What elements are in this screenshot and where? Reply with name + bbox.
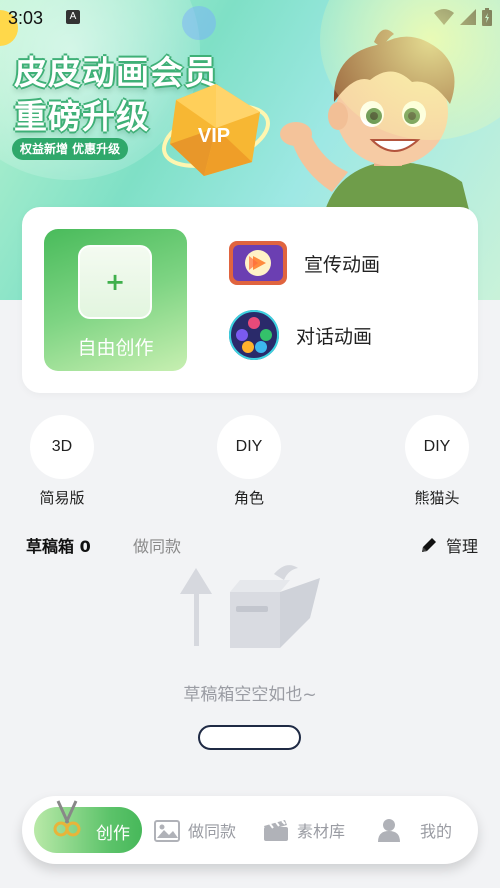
tab-same-style[interactable]: 做同款 [133, 533, 181, 557]
promo-animation-label: 宣传动画 [304, 253, 381, 276]
play-video-icon [229, 241, 287, 285]
tab-drafts[interactable]: 草稿箱 0 [26, 533, 91, 557]
promo-animation-button[interactable]: 宣传动画 [228, 240, 380, 286]
empty-box-illustration [180, 565, 320, 648]
nav-same-style[interactable]: 做同款 [154, 796, 236, 864]
bubble-decoration [182, 6, 216, 40]
wifi-icon [434, 9, 454, 25]
banner-tag: 权益新增 优惠升级 [12, 138, 129, 160]
nav-create-label: 创作 [96, 824, 130, 844]
quick-label: 角色 [233, 489, 264, 507]
status-time: 3:03 [8, 8, 44, 28]
vip-gem-icon: VIP [162, 84, 270, 176]
nav-same-style-label: 做同款 [188, 822, 237, 841]
quick-diy-character[interactable]: DIY 角色 [217, 415, 281, 508]
create-card: + 自由创作 宣传动画 对话动画 [22, 207, 478, 393]
diy-icon: DIY [217, 415, 281, 479]
free-create-label: 自由创作 [77, 337, 154, 359]
drafts-tabs: 草稿箱 0 做同款 管理 [26, 533, 478, 557]
empty-action-button[interactable] [198, 725, 301, 750]
nav-create[interactable]: 创作 [34, 800, 142, 853]
person-icon [378, 819, 400, 842]
empty-drafts-text: 草稿箱空空如也~ [183, 685, 317, 705]
svg-text:VIP: VIP [198, 125, 230, 147]
quick-diy-panda-head[interactable]: DIY 熊猫头 [405, 415, 469, 508]
quick-label: 简易版 [39, 489, 85, 507]
nav-materials-label: 素材库 [297, 822, 346, 841]
manage-label: 管理 [445, 537, 478, 556]
status-icons [434, 8, 492, 26]
signal-icon [460, 9, 476, 25]
nav-materials[interactable]: 素材库 [263, 796, 345, 864]
cartoon-boy-illustration [280, 29, 472, 222]
notification-icon: A [66, 10, 80, 24]
diy-icon: DIY [405, 415, 469, 479]
pencil-icon [421, 538, 436, 552]
free-create-button[interactable]: + 自由创作 [44, 229, 187, 371]
banner-title-line2: 重磅升级 [14, 97, 150, 136]
clapperboard-icon [264, 820, 288, 841]
dialog-animation-label: 对话动画 [296, 325, 373, 348]
film-reel-icon [229, 310, 279, 360]
manage-button[interactable]: 管理 [420, 533, 478, 557]
quick-3d-simple[interactable]: 3D 简易版 [30, 415, 94, 508]
image-icon [154, 820, 180, 842]
nav-mine[interactable]: 我的 [378, 796, 452, 864]
dialog-animation-button[interactable]: 对话动画 [228, 309, 372, 361]
quick-label: 熊猫头 [414, 489, 460, 507]
3d-icon: 3D [30, 415, 94, 479]
bottom-nav: 创作 做同款 素材库 我的 [22, 796, 478, 864]
battery-icon [482, 8, 492, 26]
nav-mine-label: 我的 [420, 822, 453, 841]
plus-icon: + [78, 245, 152, 319]
scissors-icon [53, 800, 81, 837]
